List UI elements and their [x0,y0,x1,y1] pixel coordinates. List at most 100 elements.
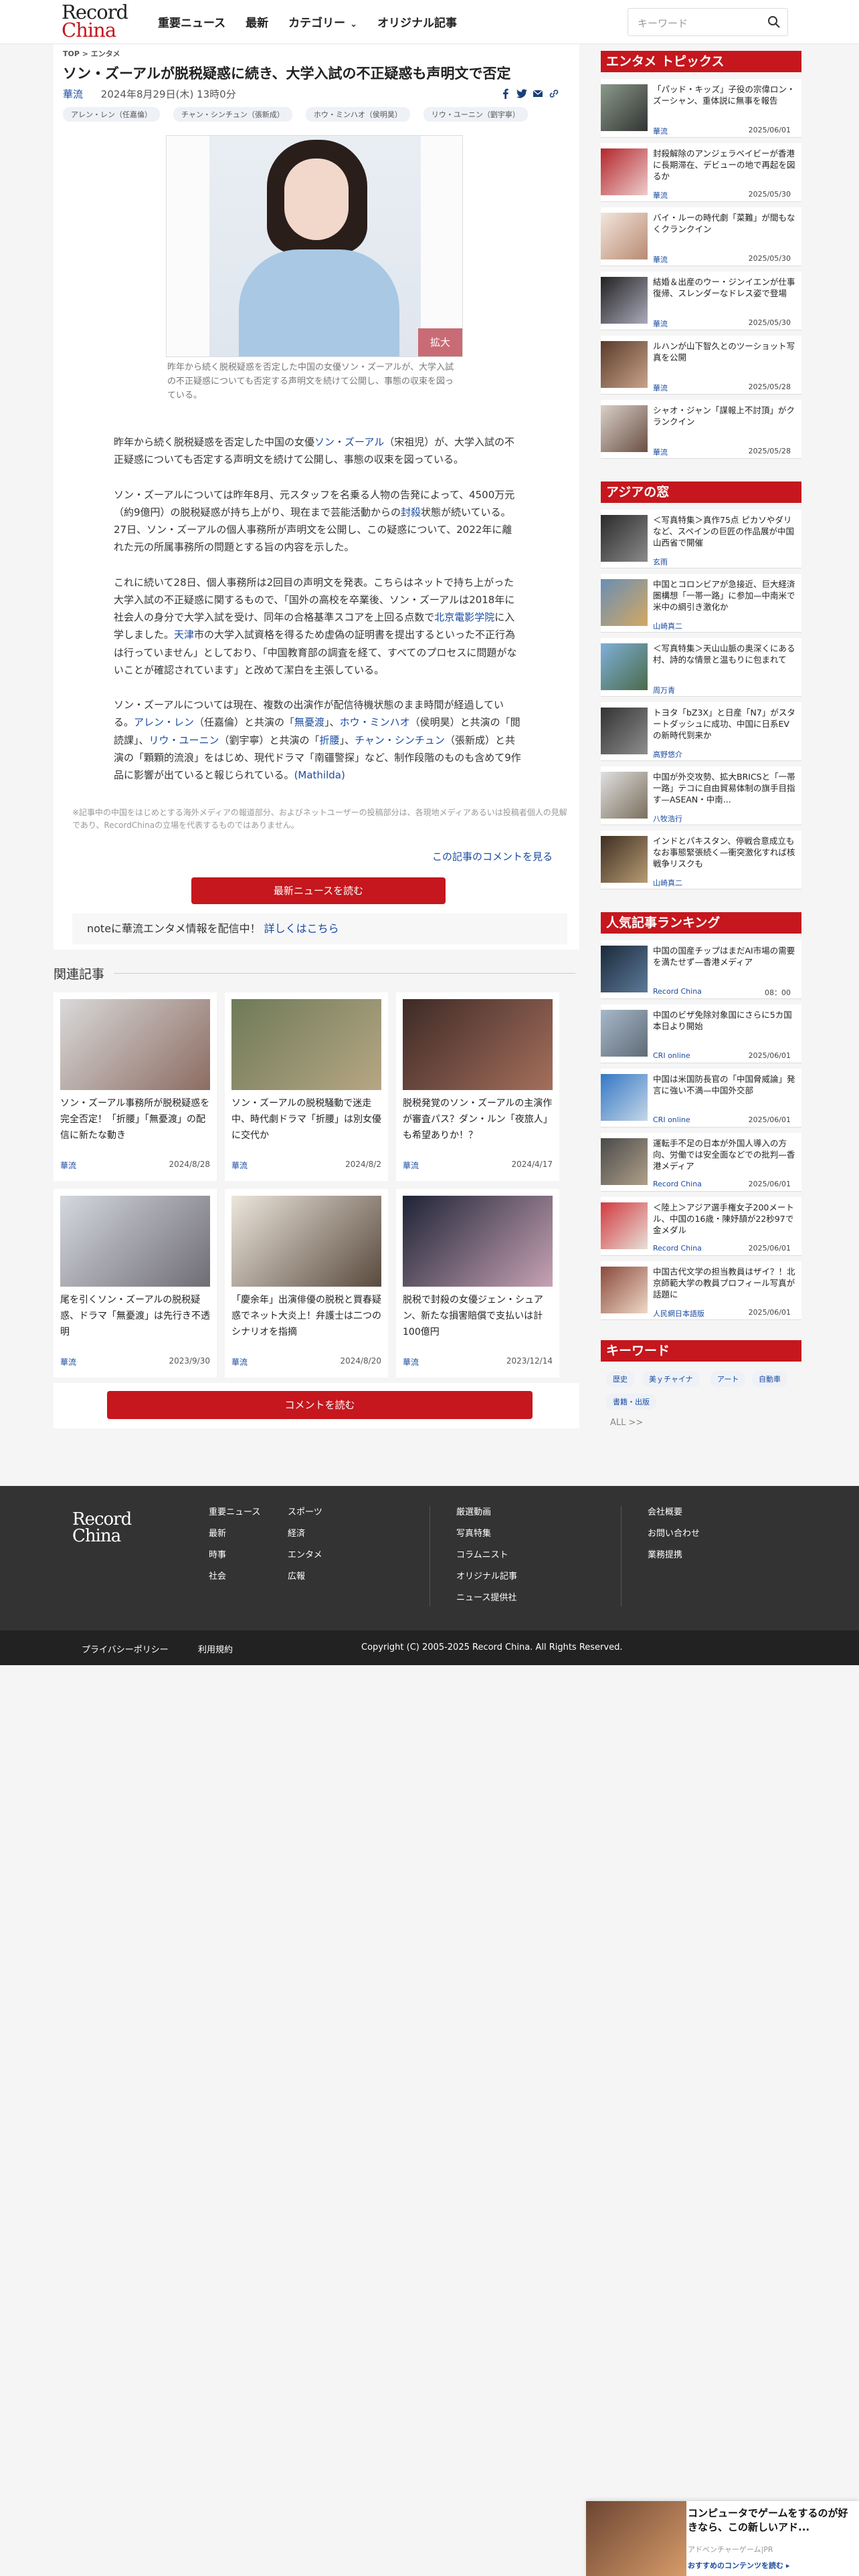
footer-link[interactable]: コラムニスト [456,1545,517,1566]
asia-title: トヨタ「bZ3X」と日産「N7」がスタートダッシュに成功、中国に日系EVの新時代… [653,708,795,740]
asia-item[interactable]: 中国が外交攻勢、拡大BRICSと「一帯一路」テコに自由貿易体制の旗手目指す—AS… [601,766,801,825]
topic-item[interactable]: シャオ・ジャン「謀報上不討頂」がクランクイン 華流 2025/05/28 [601,400,801,459]
asia-item[interactable]: トヨタ「bZ3X」と日産「N7」がスタートダッシュに成功、中国に日系EVの新時代… [601,702,801,761]
related-card[interactable]: 尾を引くソン・ズーアルの脱税疑惑、ドラマ「無憂渡」は先行き不透明 華流 2023… [54,1189,217,1378]
topic-item[interactable]: バイ・ルーの時代劇「菜難」が間もなくクランクイン 華流 2025/05/30 [601,207,801,266]
paragraph-3: これに続いて28日、個人事務所は2回目の声明文を発表。こちらはネットで持ち上がっ… [114,576,517,676]
keyword-link[interactable]: 天津 [174,629,194,641]
ad-link[interactable]: おすすめのコンテンツを読む ▸ [688,2560,789,2571]
paragraph-4: ソン・ズーアルについては現在、複数の出演作が配信待機状態のまま時間が経過している… [114,699,521,781]
keyword-link[interactable]: 北京電影学院 [434,611,494,623]
ranking-item[interactable]: 運転手不足の日本が外国人導入の方向、労働では安全面などでの批判—香港メディア Re… [601,1133,801,1192]
person-link[interactable]: リウ・ユーニン [149,734,219,746]
keyword-link[interactable]: 無憂渡 [294,716,324,728]
footer-link[interactable]: 経済 [288,1523,322,1545]
footer-link[interactable]: 時事 [209,1545,260,1566]
footer-link[interactable]: 厳選動画 [456,1502,517,1523]
keyword-link[interactable]: 封殺 [401,506,421,518]
asia-item[interactable]: ＜写真特集＞天山山脈の奥深くにある村、詩的な情景と温もりに包まれて 周万青 [601,638,801,697]
footer-link[interactable]: 社会 [209,1566,260,1588]
keyword-tag[interactable]: 書籍・出版 [606,1394,656,1410]
person-link[interactable]: チャン・シンチュン [355,734,445,746]
facebook-icon[interactable] [500,88,511,99]
keyword-tag[interactable]: 歴史 [606,1371,634,1387]
topic-title: 封殺解除のアンジェラベイビーが香港に長期滞在、デビューの地で再起を図るか [653,148,795,181]
tag-item[interactable]: チャン・シンチュン（張新成） [173,107,292,122]
nav-important-news[interactable]: 重要ニュース [158,13,225,30]
footer-link[interactable]: お問い合わせ [648,1523,700,1545]
footer-link[interactable]: 広報 [288,1566,322,1588]
keyword-tag[interactable]: 美ｙチャイナ [642,1371,700,1387]
latest-news-button[interactable]: 最新ニュースを読む [191,877,446,904]
footer-link[interactable]: 最新 [209,1523,260,1545]
tag-item[interactable]: ホウ・ミンハオ（侯明昊） [305,107,410,122]
note-promo-link[interactable]: 詳しくはこちら [264,922,339,935]
zoom-button[interactable]: 拡大 [418,328,462,356]
tag-item[interactable]: リウ・ユーニン（劉宇寧） [423,107,528,122]
related-card[interactable]: 脱税で封殺の女優ジェン・シュアン、新たな損害賠償で支払いは計100億円 華流 2… [396,1189,559,1378]
article-photo[interactable] [209,136,421,356]
topic-item[interactable]: 封殺解除のアンジェラベイビーが香港に長期滞在、デビューの地で再起を図るか 華流 20… [601,143,801,202]
footer-link[interactable]: 写真特集 [456,1523,517,1545]
view-comments-link[interactable]: この記事のコメントを見る [432,849,553,863]
footer-logo[interactable]: Record China [72,1511,132,1545]
article-category[interactable]: 華流 [63,88,83,100]
person-link[interactable]: ソン・ズーアル [314,436,384,448]
footer-link[interactable]: エンタメ [288,1545,322,1566]
asia-item[interactable]: 中国とコロンビアが急接近、巨大経済圏構想「一帯一路」に参加—中南米で米中の綱引き… [601,574,801,633]
ranking-item[interactable]: 中国の国産チップはまだAI市場の需要を満たせず—香港メディア Record Chi… [601,940,801,999]
asia-title: ＜写真特集＞天山山脈の奥深くにある村、詩的な情景と温もりに包まれて [653,643,795,665]
keyword-all-link[interactable]: ALL >> [610,1418,643,1428]
ranking-item[interactable]: ＜陸上＞アジア選手権女子200メートル、中国の16歳・陳妤頡が22秒97で金メダ… [601,1197,801,1256]
nav-category[interactable]: カテゴリー ⌄ [288,13,357,30]
nav-original[interactable]: オリジナル記事 [377,13,457,30]
privacy-link[interactable]: プライバシーポリシー [82,1642,169,1655]
ad-title: コンピュータでゲームをするのが好きなら、この新しいアド... [688,2507,848,2533]
topic-item[interactable]: 結婚＆出産のウー・ジンイエンが仕事復帰、スレンダーなドレス姿で登場 華流 2025/… [601,272,801,330]
related-card[interactable]: 脱税発覚のソン・ズーアルの主演作が審査パス？ダン・ルン「夜旅人」も希望ありか！？… [396,992,559,1181]
twitter-icon[interactable] [516,88,527,99]
keyword-tag[interactable]: アート [710,1371,746,1387]
main-nav: 重要ニュース 最新 カテゴリー ⌄ オリジナル記事 [158,13,457,30]
site-footer: Record China 重要ニュース 最新 時事 社会 スポーツ 経済 エンタメ… [0,1486,859,1630]
topic-item[interactable]: ルハンが山下智久とのツーショット写真を公開 華流 2025/05/28 [601,336,801,395]
terms-link[interactable]: 利用規約 [198,1642,233,1655]
mail-icon[interactable] [533,88,543,99]
search-input[interactable]: キーワード [628,8,788,36]
footer-link[interactable]: 重要ニュース [209,1502,260,1523]
related-card[interactable]: ソン・ズーアルの脱税騒動で迷走中、時代劇ドラマ「折腰」は別女優に交代か 華流 2… [225,992,388,1181]
site-logo[interactable]: Record China [62,3,135,40]
link-icon[interactable] [549,88,559,99]
related-category: 華流 [231,1358,248,1367]
breadcrumb[interactable]: TOP > エンタメ [63,48,120,59]
related-card[interactable]: ソン・ズーアル事務所が脱税疑惑を完全否定！「折腰」「無憂渡」の配信に新たな動き … [54,992,217,1181]
topic-item[interactable]: 「パッド・キッズ」子役の宗偉ロン・ズーシャン、重体説に無事を報告 華流 2025/0… [601,79,801,138]
author-link[interactable]: (Mathilda) [294,769,345,781]
read-comments-button[interactable]: コメントを読む [107,1391,533,1419]
asia-item[interactable]: ＜写真特集＞真作75点 ピカソやダリなど、スペインの巨匠の作品展が中国山西省で開… [601,510,801,568]
person-link[interactable]: ホウ・ミンハオ [340,716,410,728]
footer-link[interactable]: 会社概要 [648,1502,700,1523]
tag-item[interactable]: アレン・レン（任嘉倫） [63,107,160,122]
ranking-item[interactable]: 中国は米国防長官の「中国脅威論」発言に強い不満—中国外交部 CRI online 2… [601,1069,801,1128]
sticky-ad[interactable]: コンピュータでゲームをするのが好きなら、この新しいアド... アドベンチャーゲー… [586,2501,859,2576]
ranking-source: Record China [653,987,702,996]
related-category: 華流 [60,1358,77,1367]
asia-author: 山崎真二 [653,622,682,631]
footer-link[interactable]: オリジナル記事 [456,1566,517,1588]
person-link[interactable]: アレン・レン [134,716,194,728]
ranking-item[interactable]: 中国のビザ免除対象国にさらに5カ国 本日より開始 CRI online 2025/0… [601,1004,801,1063]
ranking-item[interactable]: 中国古代文学の担当教員はザイ？！北京師範大学の教員プロフィール写真が話題に 人民網… [601,1261,801,1320]
asia-item[interactable]: インドとパキスタン、停戦合意成立もなお事態緊張続く—衝突激化すれば核戦争リスクも… [601,831,801,889]
related-card[interactable]: 「慶余年」出演俳優の脱税と買春疑惑でネット大炎上！弁護士は二つのシナリオを指摘 … [225,1189,388,1378]
keyword-tag[interactable]: 自動車 [752,1371,787,1387]
footer-link[interactable]: ニュース提供社 [456,1588,517,1609]
search-icon[interactable] [767,15,781,29]
related-category: 華流 [60,1161,77,1170]
related-thumbnail [60,999,210,1090]
nav-latest[interactable]: 最新 [246,13,268,30]
keyword-link[interactable]: 折腰 [320,734,340,746]
footer-link[interactable]: スポーツ [288,1502,322,1523]
related-title: 尾を引くソン・ズーアルの脱税疑惑、ドラマ「無憂渡」は先行き不透明 [60,1295,210,1337]
footer-link[interactable]: 業務提携 [648,1545,700,1566]
